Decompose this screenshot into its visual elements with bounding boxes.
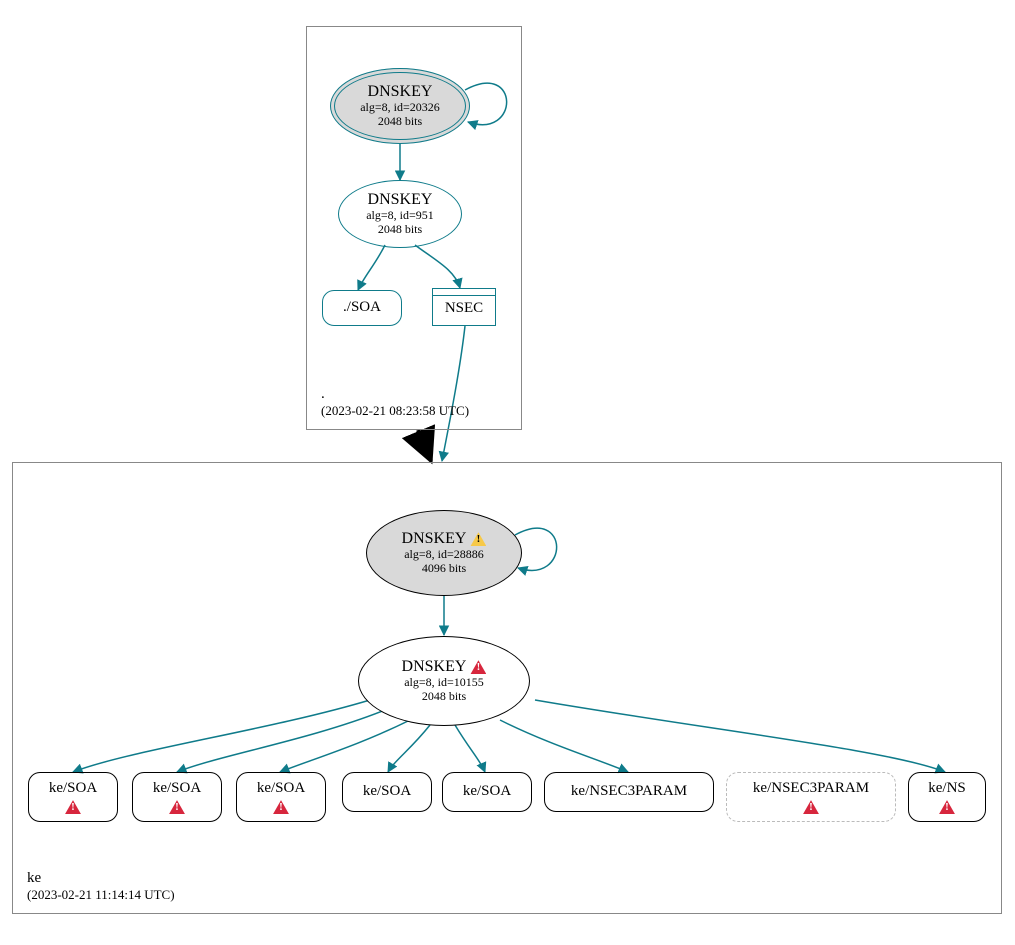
root-ksk-title: DNSKEY — [368, 83, 433, 101]
error-icon — [169, 800, 185, 814]
error-icon — [273, 800, 289, 814]
root-soa-label: ./SOA — [343, 299, 381, 316]
error-icon — [65, 800, 81, 814]
ke-zsk-title: DNSKEY — [402, 658, 487, 676]
ke-zsk-node: DNSKEY alg=8, id=10155 2048 bits — [358, 636, 530, 726]
error-icon — [803, 800, 819, 814]
zone-ke-timestamp: (2023-02-21 11:14:14 UTC) — [27, 887, 175, 903]
root-nsec-label: NSEC — [445, 300, 483, 317]
zone-root-caption: . (2023-02-21 08:23:58 UTC) — [321, 385, 469, 419]
root-ksk-alg: alg=8, id=20326 — [360, 101, 440, 115]
ke-zsk-alg: alg=8, id=10155 — [404, 676, 484, 690]
error-icon — [470, 660, 486, 674]
root-zsk-bits: 2048 bits — [378, 223, 422, 237]
zone-root-name: . — [321, 385, 469, 403]
root-ksk-node: DNSKEY alg=8, id=20326 2048 bits — [330, 68, 470, 144]
ke-ns: ke/NS — [908, 772, 986, 822]
root-ksk-bits: 2048 bits — [378, 115, 422, 129]
ke-ksk-node: DNSKEY alg=8, id=28886 4096 bits — [366, 510, 522, 596]
ke-nsec3param-1: ke/NSEC3PARAM — [544, 772, 714, 812]
root-soa-node: ./SOA — [322, 290, 402, 326]
zone-root-timestamp: (2023-02-21 08:23:58 UTC) — [321, 403, 469, 419]
error-icon — [939, 800, 955, 814]
root-zsk-title: DNSKEY — [368, 191, 433, 209]
ke-soa-1: ke/SOA — [28, 772, 118, 822]
root-zsk-node: DNSKEY alg=8, id=951 2048 bits — [338, 180, 462, 248]
ke-nsec3param-2: ke/NSEC3PARAM — [726, 772, 896, 822]
zone-ke-caption: ke (2023-02-21 11:14:14 UTC) — [27, 869, 175, 903]
ke-ksk-alg: alg=8, id=28886 — [404, 548, 484, 562]
zone-ke-name: ke — [27, 869, 175, 887]
ke-soa-3: ke/SOA — [236, 772, 326, 822]
ke-soa-5: ke/SOA — [442, 772, 532, 812]
ke-ksk-bits: 4096 bits — [422, 562, 466, 576]
root-zsk-alg: alg=8, id=951 — [366, 209, 434, 223]
root-nsec-node: NSEC — [432, 288, 496, 326]
ke-soa-2: ke/SOA — [132, 772, 222, 822]
ke-zsk-bits: 2048 bits — [422, 690, 466, 704]
diagram-canvas: . (2023-02-21 08:23:58 UTC) DNSKEY alg=8… — [10, 10, 1005, 935]
ke-soa-4: ke/SOA — [342, 772, 432, 812]
warning-icon — [470, 532, 486, 546]
ke-ksk-title: DNSKEY — [402, 530, 487, 548]
